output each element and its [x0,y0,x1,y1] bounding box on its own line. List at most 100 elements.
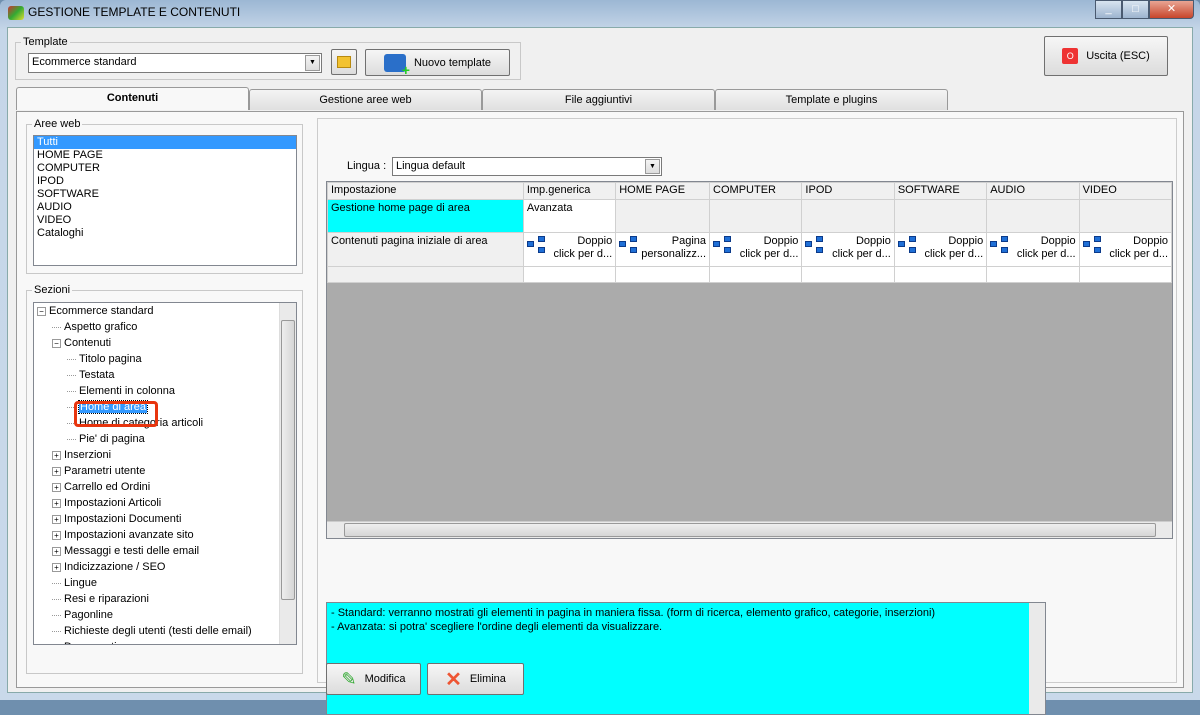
area-item[interactable]: COMPUTER [34,162,296,175]
area-item[interactable]: HOME PAGE [34,149,296,162]
grid-cell[interactable]: Doppio click per d... [709,232,803,267]
new-template-icon: + [383,53,410,77]
tree-item[interactable]: Lingue [37,575,296,591]
column-header[interactable]: Impostazione [327,182,524,200]
minimize-button[interactable]: _ [1095,0,1122,19]
exit-button[interactable]: O Uscita (ESC) [1044,36,1168,76]
grid-cell[interactable] [986,199,1080,233]
new-template-button[interactable]: + Nuovo template [365,49,510,77]
grid-hscrollbar[interactable] [327,521,1172,538]
sezioni-legend: Sezioni [34,284,71,296]
template-select[interactable]: Ecommerce standard ▼ [28,53,322,73]
app-window: GESTIONE TEMPLATE E CONTENUTI _ □ ✕ Templa… [0,0,1200,715]
grid-cell[interactable]: Doppio click per d... [986,232,1080,267]
structure-icon [713,235,735,255]
settings-grid[interactable]: Impostazione Imp.generica HOME PAGE COMPUTE… [326,181,1173,539]
structure-icon [897,235,920,255]
open-folder-button[interactable] [331,49,357,75]
grid-cell[interactable] [709,199,803,233]
tree-item[interactable]: Pagonline [37,607,296,623]
sezioni-group: Sezioni − Ecommerce standard Aspetto graf… [26,284,303,674]
tab-template-plugins[interactable]: Template e plugins [715,89,948,110]
description-scrollbar[interactable] [1029,603,1045,714]
power-icon: O [1062,48,1079,64]
table-row[interactable] [327,266,1172,283]
grid-header-row: Impostazione Imp.generica HOME PAGE COMPUTE… [327,182,1172,200]
tree-item[interactable]: + Impostazioni Documenti [37,511,296,527]
grid-cell[interactable]: Doppio click per d... [893,232,988,267]
tree-item[interactable]: Aspetto grafico [37,319,296,335]
tree-item[interactable]: Richieste degli utenti (testi delle emai… [37,623,296,639]
tree-item[interactable]: + Indicizzazione / SEO [37,559,296,575]
tree-scrollbar[interactable] [279,303,296,644]
row-label: Contenuti pagina iniziale di area [327,232,524,267]
grid-cell[interactable]: Pagina personalizz... [615,232,711,267]
area-item[interactable]: IPOD [34,175,296,188]
tree-item[interactable]: Resi e riparazioni [37,591,296,607]
delete-icon: ✕ [445,668,462,691]
tab-file-aggiuntivi[interactable]: File aggiuntivi [482,89,715,110]
structure-icon [619,235,641,255]
grid-cell[interactable] [1078,199,1172,233]
column-header[interactable]: AUDIO [986,182,1080,200]
structure-icon [526,235,549,255]
tree-item[interactable]: Pie' di pagina [37,431,296,447]
area-item[interactable]: SOFTWARE [34,188,296,201]
grid-cell[interactable] [893,199,988,233]
tab-contenuti[interactable]: Contenuti [16,87,249,110]
area-item[interactable]: AUDIO [34,201,296,214]
tree-item[interactable]: + Carrello ed Ordini [37,479,296,495]
tree-item[interactable]: Documenti [37,639,296,644]
tab-gestione-aree-web[interactable]: Gestione aree web [249,89,482,110]
description-line: - Standard: verranno mostrati gli elemen… [331,607,936,619]
close-button[interactable]: ✕ [1149,0,1194,19]
aree-web-legend: Aree web [34,118,81,130]
column-header[interactable]: VIDEO [1078,182,1172,200]
client-area: Template Ecommerce standard ▼ + Nuovo temp… [7,27,1193,715]
maximize-button[interactable]: □ [1122,0,1149,19]
column-header[interactable]: SOFTWARE [893,182,988,200]
grid-cell[interactable]: Avanzata [522,199,617,233]
aree-web-list[interactable]: Tutti HOME PAGE COMPUTER IPOD SOFTWARE AUDIO V… [33,135,297,266]
window-title: GESTIONE TEMPLATE E CONTENUTI [28,5,241,19]
tree-item[interactable]: Testata [37,367,296,383]
grid-cell[interactable]: Doppio click per d... [1078,232,1172,267]
chevron-down-icon[interactable]: ▼ [645,159,660,174]
elimina-button[interactable]: ✕ Elimina [427,663,524,695]
tree-item[interactable]: + Messaggi e testi delle email [37,543,296,559]
area-item[interactable]: VIDEO [34,214,296,227]
lingua-select[interactable]: Lingua default ▼ [392,157,662,176]
title-bar: GESTIONE TEMPLATE E CONTENUTI [8,5,240,20]
area-item[interactable]: Tutti [34,136,296,149]
column-header[interactable]: IPOD [801,182,895,200]
structure-icon [1082,235,1105,255]
grid-cell[interactable]: Doppio click per d... [522,232,617,267]
app-icon [8,5,24,20]
grid-cell[interactable] [615,199,711,233]
tree-item[interactable]: Titolo pagina [37,351,296,367]
sezioni-tree[interactable]: − Ecommerce standard Aspetto grafico − Con… [33,302,297,645]
tree-item[interactable]: + Parametri utente [37,463,296,479]
contenuti-panel: Aree web Tutti HOME PAGE COMPUTER IPOD SOFTW… [16,111,1184,715]
structure-icon [990,235,1012,255]
table-row[interactable]: Contenuti pagina iniziale di area Doppio c… [327,232,1172,267]
area-item[interactable]: Cataloghi [34,227,296,240]
column-header[interactable]: COMPUTER [709,182,803,200]
tree-item[interactable]: Elementi in colonna [37,383,296,399]
folder-icon [337,56,351,68]
edit-icon: ✎ [341,668,357,689]
column-header[interactable]: HOME PAGE [615,182,711,200]
tree-item[interactable]: + Impostazioni avanzate sito [37,527,296,543]
tree-item[interactable]: + Inserzioni [37,447,296,463]
modifica-button[interactable]: ✎ Modifica [326,663,421,695]
tree-item-root[interactable]: − Ecommerce standard [37,303,296,319]
tree-item[interactable]: + Impostazioni Articoli [37,495,296,511]
column-header[interactable]: Imp.generica [522,182,617,200]
tree-item-contenuti[interactable]: − Contenuti [37,335,296,351]
grid-cell[interactable] [801,199,895,233]
aree-web-group: Aree web Tutti HOME PAGE COMPUTER IPOD SOFTW… [26,118,303,274]
table-row[interactable]: Gestione home page di area Avanzata [327,199,1172,233]
grid-cell[interactable]: Doppio click per d... [801,232,895,267]
chevron-down-icon[interactable]: ▼ [305,55,320,71]
description-line: - Avanzata: si potra' scegliere l'ordine… [331,621,663,633]
